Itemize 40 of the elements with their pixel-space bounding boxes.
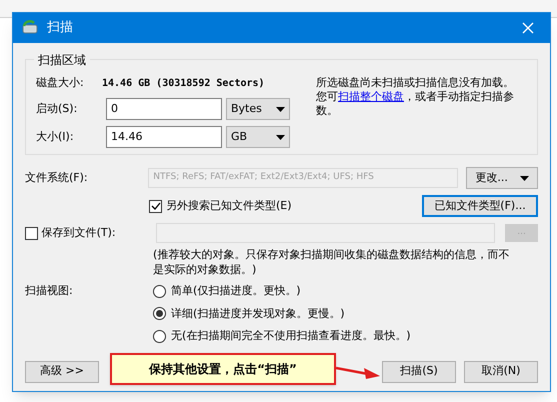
checkbox-label: 保存到文件(T): xyxy=(42,224,117,241)
field-label: 大小(I): xyxy=(36,128,75,145)
unit-dropdown[interactable]: GB xyxy=(226,126,290,148)
close-icon[interactable] xyxy=(522,22,534,34)
arrow-icon xyxy=(336,364,380,380)
dropdown-arrow-icon xyxy=(276,134,285,140)
checkbox[interactable] xyxy=(149,200,162,212)
group-title: 扫描区域 xyxy=(34,51,90,69)
radio-button[interactable] xyxy=(153,307,166,320)
radio-button[interactable] xyxy=(153,284,166,298)
input-field[interactable]: 14.46 xyxy=(106,126,222,148)
checkmark-icon xyxy=(150,201,160,211)
radio-label: 无(在扫描期间完全不使用扫描查看进度。最快。) xyxy=(171,328,411,344)
dropdown-arrow-icon xyxy=(276,106,285,112)
checkbox-label: 另外搜索已知文件类型(E) xyxy=(166,198,292,214)
cancel-button[interactable]: 取消(N) xyxy=(464,360,538,382)
radio-label: 简单(仅扫描进度。更快。) xyxy=(171,283,301,299)
scan-disk-link[interactable]: 扫描整个磁盘 xyxy=(338,90,404,103)
unit-dropdown[interactable]: Bytes xyxy=(226,98,290,120)
file-system-label: 文件系统(F): xyxy=(25,170,89,186)
disk-size-value: 14.46 GB (30318592 Sectors) xyxy=(102,76,265,90)
input-field[interactable]: 0 xyxy=(106,98,222,120)
disk-size-label: 磁盘大小: xyxy=(36,74,85,91)
radio-label: 详细(扫描进度并发现对象。更慢。) xyxy=(171,306,345,322)
info-text: 所选磁盘尚未扫描或扫描信息没有加载。 xyxy=(316,76,515,90)
window-title: 扫描 xyxy=(47,19,73,38)
scan-button[interactable]: 扫描(S) xyxy=(382,360,456,382)
scan-view-label: 扫描视图: xyxy=(25,283,74,299)
checkbox[interactable] xyxy=(25,226,38,240)
callout-note: 保持其他设置，点击“扫描” xyxy=(110,353,336,385)
advanced-button[interactable]: 高级 >> xyxy=(25,360,99,382)
change-button[interactable]: 更改... xyxy=(466,167,538,189)
field-label: 启动(S): xyxy=(36,100,78,117)
file-system-field: NTFS; ReFS; FAT/exFAT; Ext2/Ext3/Ext4; UFS; HFS xyxy=(148,168,458,188)
known-types-button[interactable]: 已知文件类型(F)... xyxy=(422,195,538,217)
radio-button[interactable] xyxy=(153,330,166,343)
info-text: 您可扫描整个磁盘，或者手动指定扫描参数。 xyxy=(316,90,515,118)
disk-icon xyxy=(21,20,39,36)
dropdown-arrow-icon xyxy=(520,176,529,180)
save-note: (推荐较大的对象。只保存对象扫描期间收集的磁盘数据结构的信息，而不是实际的对象数据。) xyxy=(153,247,510,277)
